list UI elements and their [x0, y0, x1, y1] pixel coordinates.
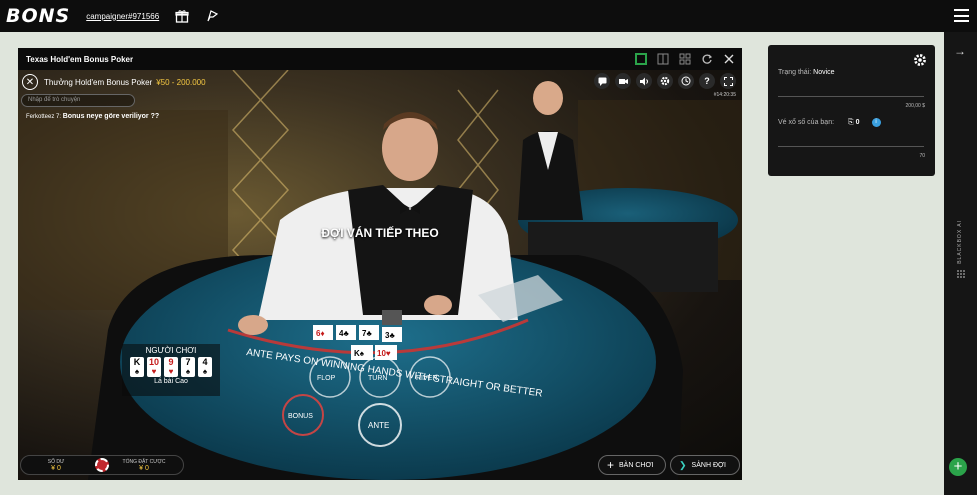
right-rail: → BLACKBOX AI + — [944, 32, 977, 495]
ticket-icon: ⎘ — [848, 118, 854, 126]
chat-text: Bonus neye göre veriliyor ?? — [62, 113, 160, 120]
chips-icon — [95, 458, 109, 472]
player-card: 7 ♠ — [181, 357, 195, 377]
campaign-link[interactable]: campaigner#971566 — [86, 12, 159, 21]
game-window-header: Texas Hold'em Bonus Poker — [18, 48, 742, 70]
main-area: Texas Hold'em Bonus Poker ANTE PAYS ON W… — [0, 32, 760, 495]
ticket-progress-value: 70 — [919, 153, 925, 159]
player-card-rank: 4 — [202, 357, 208, 367]
history-icon[interactable] — [678, 73, 694, 89]
player-card-suit: ♠ — [202, 367, 208, 376]
round-id: #14:20:35 — [713, 92, 736, 98]
blackbox-ai-icon[interactable] — [956, 266, 966, 278]
settings-icon[interactable] — [657, 73, 673, 89]
player-card-rank: 7 — [185, 357, 191, 367]
balance-bar: SỐ DƯ ¥ 0 TỔNG ĐẶT CƯỢC ¥ 0 — [20, 455, 184, 475]
svg-text:ANTE: ANTE — [368, 421, 389, 430]
layout-single-icon[interactable] — [634, 52, 648, 66]
player-card-rank: K — [133, 357, 141, 367]
status-progress-value: 200,00 $ — [905, 103, 925, 109]
player-cards: K ♠ 10 ♥ 9 ♥ 7 ♠ 4 ♠ — [122, 357, 220, 377]
gift-icon[interactable] — [175, 9, 189, 23]
chat-icon[interactable] — [594, 73, 610, 89]
chevron-right-icon: ❯ — [679, 459, 687, 470]
camera-icon[interactable] — [615, 73, 631, 89]
balance-cell: SỐ DƯ ¥ 0 — [21, 459, 91, 472]
svg-text:TURN: TURN — [368, 375, 387, 382]
lobby-button-label: SẢNH ĐỢI — [691, 461, 726, 469]
site-logo[interactable]: BONS — [6, 5, 70, 27]
chat-user: Ferkotteez 7: — [26, 114, 62, 120]
reload-icon[interactable] — [700, 52, 714, 66]
ticket-label: Vé xổ số của bạn: — [778, 119, 835, 126]
tables-button-label: BÀN CHƠI — [619, 461, 654, 469]
player-card-suit: ♥ — [151, 367, 157, 376]
waiting-message: ĐỢI VÁN TIẾP THEO — [321, 226, 439, 240]
plus-icon: + — [607, 458, 615, 472]
svg-text:3♣: 3♣ — [385, 331, 395, 340]
player-card-rank: 9 — [168, 357, 174, 367]
player-card-suit: ♥ — [168, 367, 174, 376]
player-hand-panel: NGƯỜI CHƠI K ♠ 10 ♥ 9 ♥ 7 ♠ 4 ♠ Lá bài Cao — [122, 344, 220, 396]
top-bar: BONS campaigner#971566 — [0, 0, 977, 32]
svg-text:7♣: 7♣ — [362, 329, 372, 338]
total-bet-value: ¥ 0 — [139, 464, 149, 472]
svg-text:BONUS: BONUS — [288, 413, 313, 420]
chat-message: Ferkotteez 7: Bonus neye göre veriliyor … — [26, 113, 159, 120]
exit-table-icon[interactable]: ✕ — [22, 74, 38, 90]
fullscreen-icon[interactable] — [720, 73, 736, 89]
table-name: Thưởng Hold'em Bonus Poker — [44, 77, 153, 87]
add-button[interactable]: + — [949, 458, 967, 476]
table-header-overlay: ✕ Thưởng Hold'em Bonus Poker ¥50 - 200.0… — [22, 74, 206, 90]
svg-text:K♠: K♠ — [354, 349, 365, 358]
ticket-progress-bar — [778, 146, 924, 147]
player-hand-title: NGƯỜI CHƠI — [145, 346, 197, 355]
info-icon[interactable]: i — [871, 118, 881, 127]
game-window: Texas Hold'em Bonus Poker ANTE PAYS ON W… — [18, 48, 742, 480]
lobby-button[interactable]: ❯ SẢNH ĐỢI — [670, 455, 740, 475]
svg-text:10♥: 10♥ — [377, 349, 391, 358]
svg-text:4♣: 4♣ — [339, 329, 349, 338]
svg-text:FLOP: FLOP — [317, 375, 336, 382]
gear-icon[interactable] — [913, 53, 927, 67]
player-card: 10 ♥ — [147, 357, 161, 377]
close-icon[interactable] — [722, 52, 736, 66]
bookmark-icon[interactable] — [205, 9, 219, 23]
status-row: Trạng thái: Novice — [778, 69, 835, 76]
status-label: Trạng thái: — [778, 69, 812, 76]
layout-split-icon[interactable] — [656, 52, 670, 66]
video-controls: ? — [594, 73, 736, 89]
player-card-suit: ♠ — [134, 367, 140, 376]
arrow-right-icon[interactable]: → — [954, 44, 966, 58]
player-card-rank: 10 — [148, 357, 159, 367]
total-bet-cell: TỔNG ĐẶT CƯỢC ¥ 0 — [109, 459, 179, 472]
status-progress-bar — [778, 96, 924, 97]
balance-value: ¥ 0 — [51, 464, 61, 472]
chat-input[interactable]: Nhập để trò chuyện — [21, 94, 135, 107]
tables-button[interactable]: + BÀN CHƠI — [598, 455, 666, 475]
help-icon[interactable]: ? — [699, 73, 715, 89]
player-card: 9 ♥ — [164, 357, 178, 377]
player-card-suit: ♠ — [185, 367, 191, 376]
casino-scene-illustration: ANTE PAYS ON WINNING HANDS WITH STRAIGHT… — [18, 70, 742, 480]
svg-text:RIVER: RIVER — [416, 375, 437, 382]
svg-text:6♦: 6♦ — [316, 329, 325, 338]
player-card: K ♠ — [130, 357, 144, 377]
table-limit: ¥50 - 200.000 — [156, 77, 206, 87]
hamburger-menu-icon[interactable] — [954, 9, 969, 22]
player-card: 4 ♠ — [198, 357, 212, 377]
live-dealer-video: ANTE PAYS ON WINNING HANDS WITH STRAIGHT… — [18, 70, 742, 480]
player-status-panel: Trạng thái: Novice 200,00 $ Vé xổ số của… — [768, 45, 935, 176]
layout-grid-icon[interactable] — [678, 52, 692, 66]
status-value: Novice — [813, 69, 835, 76]
ticket-row: Vé xổ số của bạn: ⎘ 0 i — [778, 118, 881, 127]
ticket-count: 0 — [855, 119, 860, 126]
game-window-title: Texas Hold'em Bonus Poker — [26, 54, 134, 64]
volume-icon[interactable] — [636, 73, 652, 89]
player-hand-name: Lá bài Cao — [154, 378, 188, 385]
blackbox-ai-label[interactable]: BLACKBOX AI — [957, 220, 963, 264]
